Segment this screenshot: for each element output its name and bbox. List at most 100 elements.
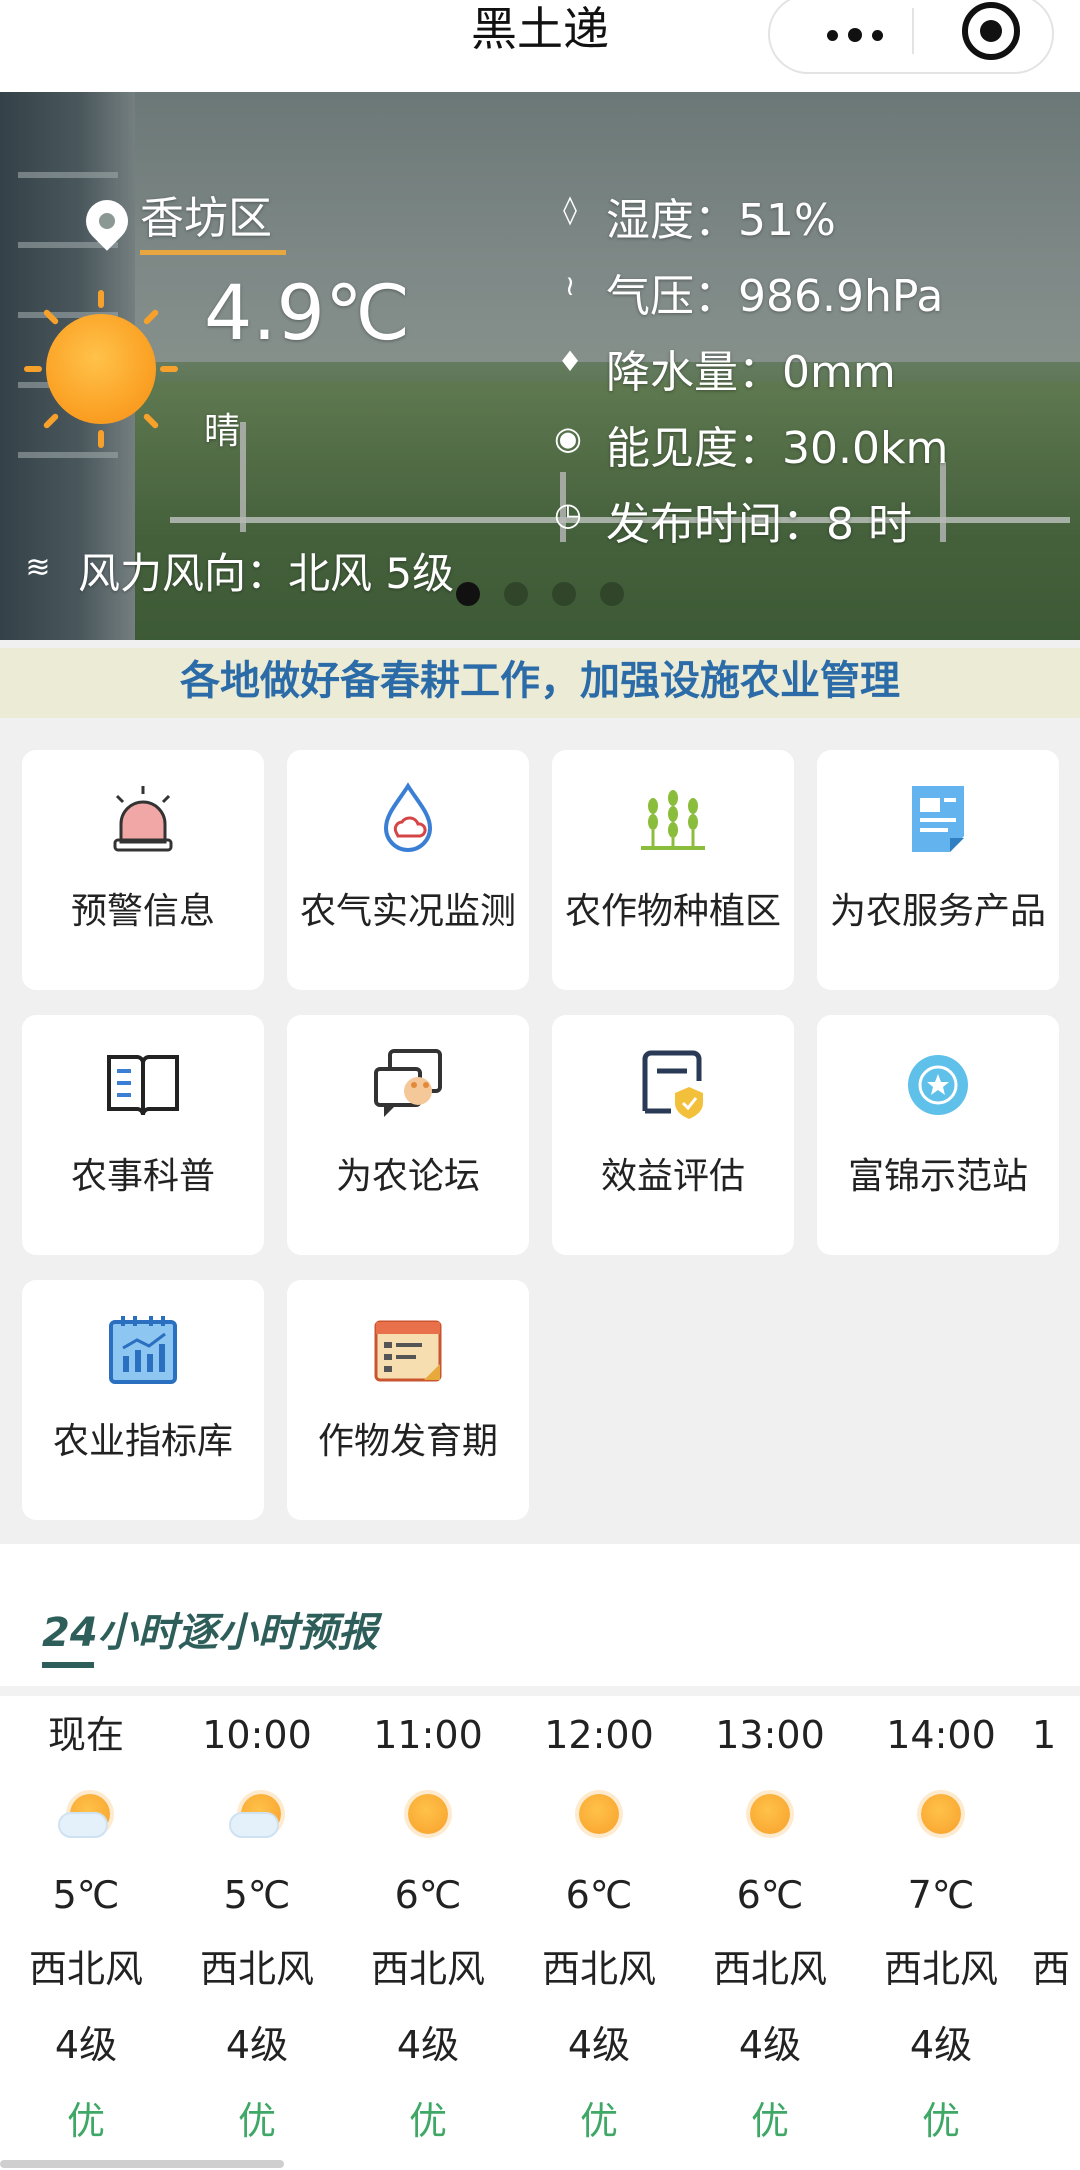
- humidity-value: 湿度：51%: [606, 195, 836, 246]
- service-label: 富锦示范站: [847, 1156, 1028, 1197]
- weather-condition: 晴: [204, 411, 241, 452]
- forecast-temp: 6℃: [565, 1873, 633, 1917]
- service-label: 效益评估: [600, 1156, 745, 1197]
- carousel-dot[interactable]: [504, 582, 528, 606]
- service-farm-service-products[interactable]: 为农服务产品: [817, 750, 1059, 990]
- forecast-air-quality: 优: [408, 2099, 447, 2143]
- forecast-wind-level: 4级: [225, 2023, 289, 2067]
- close-target-icon[interactable]: [962, 2, 1020, 60]
- sunny-icon: [396, 1786, 460, 1842]
- forecast-temp: 5℃: [52, 1873, 120, 1917]
- service-farming-science[interactable]: 农事科普: [22, 1015, 264, 1255]
- forecast-air-quality: 优: [921, 2099, 960, 2143]
- visibility-eye-icon: ◉: [554, 419, 582, 457]
- chat-bubbles-icon: [374, 1049, 442, 1117]
- carousel-indicators: [456, 582, 624, 606]
- forecast-wind: 西北风: [199, 1947, 314, 1991]
- service-label: 农气实况监测: [299, 891, 516, 932]
- forecast-wind: 西: [1032, 1947, 1071, 1991]
- forecast-hour-item[interactable]: 14:00 7℃ 西北风 4级 优: [861, 1712, 1021, 2144]
- service-warning-info[interactable]: 预警信息: [22, 750, 264, 990]
- forecast-hour-item[interactable]: 现在 5℃ 西北风 4级 优: [6, 1712, 166, 2144]
- service-agro-weather-monitoring[interactable]: 农气实况监测: [287, 750, 529, 990]
- carousel-dot[interactable]: [456, 582, 480, 606]
- clock-icon: ◷: [554, 495, 582, 533]
- location-underline: [140, 250, 286, 255]
- wind-icon: ≋: [25, 550, 51, 585]
- wheat-icon: [641, 790, 705, 850]
- service-crop-planting-zone[interactable]: 农作物种植区: [552, 750, 794, 990]
- forecast-temp: 6℃: [394, 1873, 462, 1917]
- humidity-icon: ◊: [563, 193, 577, 226]
- notice-banner[interactable]: 各地做好备春耕工作，加强设施农业管理: [0, 648, 1080, 718]
- award-badge-icon: [908, 1055, 968, 1115]
- sunny-icon: [1032, 1786, 1080, 1842]
- forecast-air-quality: 优: [579, 2099, 618, 2143]
- forecast-hour-item[interactable]: 10:00 5℃ 西北风 4级 优: [177, 1712, 337, 2144]
- partly-cloudy-icon: [54, 1786, 118, 1842]
- precipitation-icon: ♦: [557, 345, 583, 378]
- alarm-icon: [113, 786, 173, 852]
- capsule-divider: [912, 8, 914, 54]
- forecast-wind-level: 4级: [396, 2023, 460, 2067]
- service-farm-forum[interactable]: 为农论坛: [287, 1015, 529, 1255]
- location-name[interactable]: 香坊区: [140, 182, 272, 246]
- publish-time: 发布时间：8 时: [606, 499, 912, 550]
- service-benefit-evaluation[interactable]: 效益评估: [552, 1015, 794, 1255]
- forecast-temp: 5℃: [223, 1873, 291, 1917]
- forecast-time: 1: [1032, 1713, 1057, 1757]
- forecast-time: 10:00: [202, 1713, 312, 1757]
- carousel-dot[interactable]: [552, 582, 576, 606]
- forecast-time: 13:00: [715, 1713, 825, 1757]
- horizontal-scrollbar[interactable]: [0, 2160, 284, 2168]
- open-book-icon: [107, 1055, 179, 1116]
- section-title-underline: [42, 1662, 94, 1668]
- forecast-wind: 西北风: [541, 1947, 656, 1991]
- carousel-dot[interactable]: [600, 582, 624, 606]
- forecast-hour-item[interactable]: 1 西: [1032, 1712, 1080, 1992]
- pressure-value: 气压：986.9hPa: [606, 271, 944, 322]
- current-temperature: 4.9℃: [204, 268, 411, 357]
- forecast-temp: 7℃: [907, 1873, 975, 1917]
- forecast-hour-item[interactable]: 11:00 6℃ 西北风 4级 优: [348, 1712, 508, 2144]
- more-options-icon[interactable]: [810, 10, 900, 60]
- service-label: 农业指标库: [52, 1421, 233, 1462]
- precipitation-value: 降水量：0mm: [606, 347, 896, 398]
- service-label: 为农论坛: [335, 1156, 480, 1197]
- forecast-wind: 西北风: [883, 1947, 998, 1991]
- forecast-hour-item[interactable]: 12:00 6℃ 西北风 4级 优: [519, 1712, 679, 2144]
- forecast-wind-level: 4级: [567, 2023, 631, 2067]
- forecast-temp: [1032, 1872, 1080, 1918]
- visibility-value: 能见度：30.0km: [606, 423, 949, 474]
- top-navigation-bar: 黑土递: [0, 0, 1080, 92]
- document-icon: [912, 786, 964, 852]
- forecast-temp: 6℃: [736, 1873, 804, 1917]
- forecast-wind: 西北风: [370, 1947, 485, 1991]
- service-agri-indicator-library[interactable]: 农业指标库: [22, 1280, 264, 1520]
- section-title: 24小时逐小时预报: [42, 1610, 378, 1656]
- forecast-wind: 西北风: [28, 1947, 143, 1991]
- forecast-time: 11:00: [373, 1713, 483, 1757]
- forecast-wind: 西北风: [712, 1947, 827, 1991]
- section-divider: [0, 1686, 1080, 1696]
- service-label: 预警信息: [70, 891, 215, 932]
- sunny-icon: [567, 1786, 631, 1842]
- sunny-icon: [738, 1786, 802, 1842]
- schedule-icon: [374, 1320, 442, 1382]
- shield-document-icon: [642, 1050, 703, 1119]
- forecast-wind-level: 4级: [909, 2023, 973, 2067]
- chart-calendar-icon: [109, 1316, 177, 1384]
- forecast-time: 12:00: [544, 1713, 654, 1757]
- service-label: 为农服务产品: [829, 891, 1046, 932]
- forecast-air-quality: 优: [237, 2099, 276, 2143]
- service-crop-growth-period[interactable]: 作物发育期: [287, 1280, 529, 1520]
- water-drop-cloud-icon: [383, 782, 433, 852]
- weather-banner-carousel[interactable]: 香坊区 4.9℃ 晴 ≋ 风力风向：北风 5级 ◊ 湿度：51% ≀ 气压：98…: [0, 92, 1080, 640]
- forecast-air-quality: 优: [66, 2099, 105, 2143]
- mini-program-capsule: [768, 0, 1054, 74]
- forecast-hour-item[interactable]: 13:00 6℃ 西北风 4级 优: [690, 1712, 850, 2144]
- sunny-icon: [909, 1786, 973, 1842]
- forecast-wind-level: 4级: [54, 2023, 118, 2067]
- service-label: 农作物种植区: [564, 891, 781, 932]
- service-fujin-demo-station[interactable]: 富锦示范站: [817, 1015, 1059, 1255]
